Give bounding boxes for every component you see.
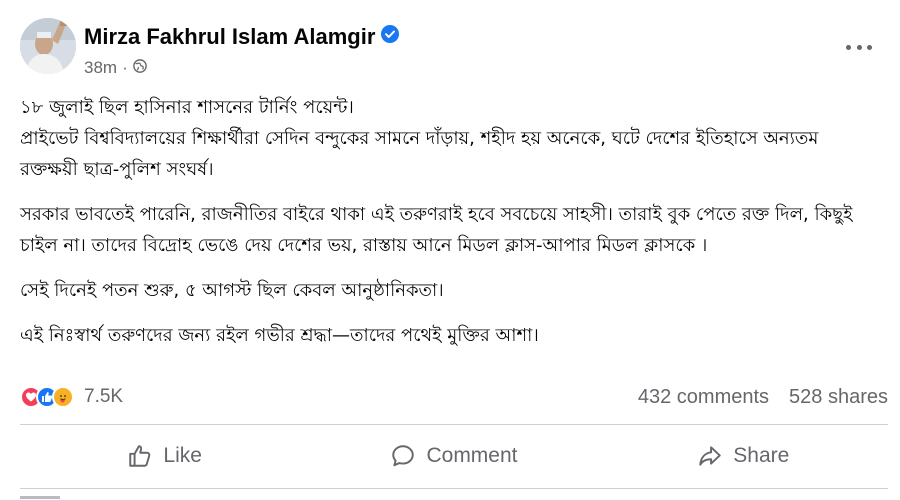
divider [20, 488, 888, 489]
share-button[interactable]: Share [599, 432, 888, 480]
avatar-photo [20, 18, 76, 74]
post-body: ১৮ জুলাই ছিল হাসিনার শাসনের টার্নিং পয়ে… [20, 92, 880, 365]
meta-separator: · [122, 58, 128, 77]
cut-off-content [20, 492, 80, 500]
like-button[interactable]: Like [20, 432, 309, 480]
comments-count[interactable]: 432 comments [638, 386, 769, 409]
comment-bubble-icon [390, 443, 416, 469]
post-meta: 38m · [84, 58, 147, 78]
reaction-icons[interactable] [20, 386, 74, 408]
comment-button[interactable]: Comment [309, 432, 598, 480]
facebook-post: Mirza Fakhrul Islam Alamgir 38m · ১৮ জুল… [0, 0, 900, 500]
verified-badge-icon [381, 23, 400, 49]
engagement-stats: 432 comments 528 shares [638, 386, 888, 409]
thumbs-up-icon [127, 443, 153, 469]
divider [20, 424, 888, 425]
share-label: Share [733, 444, 790, 467]
care-icon [52, 386, 74, 408]
reactions-count[interactable]: 7.5K [84, 386, 123, 408]
post-paragraph: সরকার ভাবতেই পারেনি, রাজনীতির বাইরে থাকা… [20, 204, 853, 256]
post-paragraph: সেই দিনেই পতন শুরু, ৫ আগস্ট ছিল কেবল আনু… [20, 280, 444, 301]
share-arrow-icon [697, 443, 723, 469]
more-options-icon[interactable] [846, 42, 872, 52]
author-name[interactable]: Mirza Fakhrul Islam Alamgir [84, 23, 400, 50]
post-paragraph: এই নিঃস্বার্থ তরুণদের জন্য রইল গভীর শ্রদ… [20, 325, 539, 346]
like-label: Like [163, 444, 202, 467]
post-header: Mirza Fakhrul Islam Alamgir 38m · [20, 14, 880, 84]
reactions-bar: 7.5K 432 comments 528 shares [20, 382, 888, 412]
post-time[interactable]: 38m [84, 58, 117, 78]
author-avatar[interactable] [20, 18, 76, 74]
post-paragraph: ১৮ জুলাই ছিল হাসিনার শাসনের টার্নিং পয়ে… [20, 97, 819, 180]
shares-count[interactable]: 528 shares [789, 386, 888, 409]
comment-label: Comment [426, 444, 518, 467]
author-name-text: Mirza Fakhrul Islam Alamgir [84, 24, 376, 49]
post-actions: Like Comment Share [20, 432, 888, 480]
globe-icon[interactable] [132, 58, 147, 78]
